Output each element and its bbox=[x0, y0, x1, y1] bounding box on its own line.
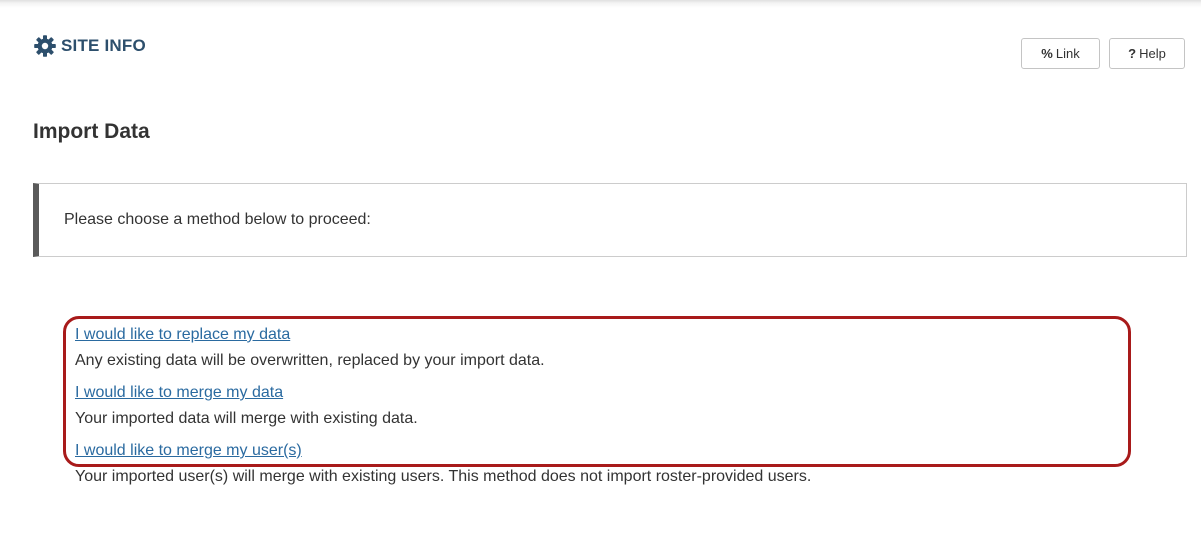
top-shadow bbox=[0, 0, 1201, 8]
instruction-text: Please choose a method below to proceed: bbox=[64, 211, 371, 228]
help-icon: ? bbox=[1128, 46, 1137, 61]
tool-title: SITE INFO bbox=[33, 34, 146, 58]
merge-users-description: Your imported user(s) will merge with ex… bbox=[75, 468, 812, 485]
link-button[interactable]: % Link bbox=[1021, 38, 1100, 69]
replace-data-link[interactable]: I would like to replace my data bbox=[75, 325, 811, 345]
link-button-label: Link bbox=[1055, 46, 1080, 61]
replace-data-description: Any existing data will be overwritten, r… bbox=[75, 352, 545, 369]
import-options: I would like to replace my data Any exis… bbox=[75, 325, 811, 487]
top-toolbar: % Link ? Help bbox=[1021, 38, 1185, 69]
page-title: Import Data bbox=[33, 120, 150, 143]
help-button-label: Help bbox=[1139, 46, 1166, 61]
option-merge: I would like to merge my data Your impor… bbox=[75, 383, 811, 429]
link-icon: % bbox=[1041, 46, 1053, 61]
option-replace: I would like to replace my data Any exis… bbox=[75, 325, 811, 371]
merge-data-link[interactable]: I would like to merge my data bbox=[75, 383, 811, 403]
option-merge-users: I would like to merge my user(s) Your im… bbox=[75, 441, 811, 487]
help-button[interactable]: ? Help bbox=[1109, 38, 1185, 69]
merge-data-description: Your imported data will merge with exist… bbox=[75, 410, 418, 427]
merge-users-link[interactable]: I would like to merge my user(s) bbox=[75, 441, 811, 461]
instruction-panel: Please choose a method below to proceed: bbox=[33, 183, 1187, 257]
gear-icon bbox=[33, 34, 57, 58]
tool-title-label: SITE INFO bbox=[61, 36, 146, 55]
